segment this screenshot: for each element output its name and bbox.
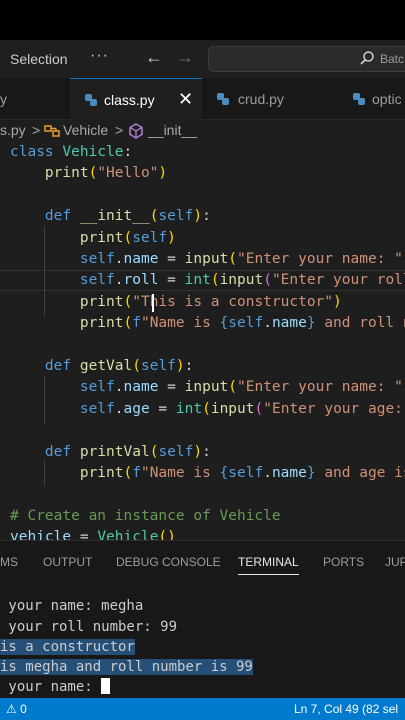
- back-arrow-icon[interactable]: ←: [145, 47, 163, 68]
- breadcrumb: s.py > Vehicle > __init__: [0, 120, 405, 142]
- tab-jupyter[interactable]: JUP: [385, 555, 405, 569]
- python-file-icon: [217, 93, 229, 105]
- tab-ports[interactable]: PORTS: [323, 555, 364, 569]
- tab-label: class.py: [104, 92, 155, 108]
- bottom-panel: MS OUTPUT DEBUG CONSOLE TERMINAL PORTS J…: [0, 540, 405, 698]
- tab-label: y: [0, 91, 7, 107]
- top-black-bar: [0, 0, 405, 40]
- terminal-cursor: [101, 678, 111, 694]
- terminal-line-selected: is a constructor: [0, 639, 135, 655]
- close-icon[interactable]: ✕: [178, 89, 193, 110]
- breadcrumb-method[interactable]: __init__: [148, 122, 197, 138]
- command-center-search[interactable]: Batc: [208, 46, 405, 72]
- terminal-line: your name: megha: [0, 598, 144, 614]
- tab-problems[interactable]: MS: [0, 555, 18, 569]
- tab-label: optic: [372, 91, 402, 107]
- method-symbol-icon: [129, 123, 143, 139]
- menu-selection[interactable]: Selection: [10, 51, 68, 67]
- problems-status[interactable]: ⚠ 0: [6, 702, 27, 716]
- status-bar: ⚠ 0 Ln 7, Col 49 (82 sel: [0, 698, 405, 720]
- search-icon: [360, 51, 374, 65]
- tab-previous[interactable]: y: [0, 78, 60, 120]
- menu-more-button[interactable]: ···: [90, 47, 109, 65]
- tab-label: crud.py: [238, 91, 284, 107]
- search-text: Batc: [380, 52, 405, 66]
- chevron-right-icon: >: [115, 122, 124, 138]
- terminal-prompt-line[interactable]: your name:: [0, 677, 405, 697]
- tab-class-py[interactable]: class.py ✕: [70, 78, 202, 120]
- code-editor[interactable]: class Vehicle: print("Hello") def __init…: [0, 142, 405, 540]
- python-file-icon: [85, 94, 97, 106]
- tab-terminal[interactable]: TERMINAL: [238, 555, 299, 575]
- breadcrumb-class[interactable]: Vehicle: [63, 122, 108, 138]
- class-symbol-icon: [44, 125, 60, 137]
- code-content[interactable]: class Vehicle: print("Hello") def __init…: [10, 142, 405, 540]
- terminal-line: your roll number: 99: [0, 619, 178, 635]
- cursor-position-status[interactable]: Ln 7, Col 49 (82 sel: [294, 702, 398, 716]
- breadcrumb-file[interactable]: s.py: [0, 122, 26, 138]
- chevron-right-icon: >: [32, 122, 41, 138]
- tab-output[interactable]: OUTPUT: [43, 555, 92, 569]
- python-file-icon: [353, 93, 365, 105]
- text-cursor-icon: [152, 294, 154, 312]
- tab-debug-console[interactable]: DEBUG CONSOLE: [116, 555, 221, 569]
- tab-optic[interactable]: optic: [352, 78, 405, 120]
- tab-crud-py[interactable]: crud.py: [212, 78, 332, 120]
- forward-arrow-icon[interactable]: →: [176, 47, 194, 68]
- editor-tab-bar: y class.py ✕ crud.py optic: [0, 78, 405, 120]
- terminal-line-selected: is megha and roll number is 99: [0, 659, 253, 675]
